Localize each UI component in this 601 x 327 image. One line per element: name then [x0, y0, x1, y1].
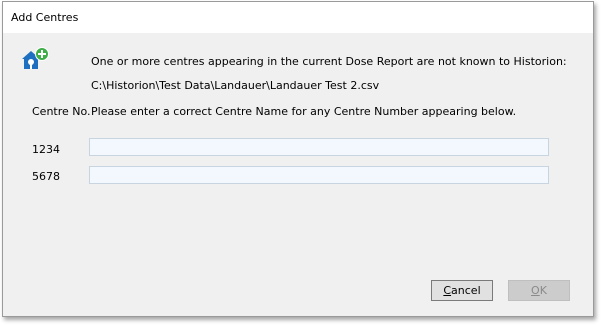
centre-number-header: Centre No. — [32, 105, 91, 118]
centre-name-input[interactable] — [89, 166, 549, 184]
dialog-title: Add Centres — [11, 11, 79, 24]
centre-number-label: 5678 — [32, 170, 60, 183]
ok-label: K — [539, 284, 547, 297]
cancel-label: ancel — [451, 284, 481, 297]
centre-name-input[interactable] — [89, 138, 549, 156]
ok-button[interactable]: OK — [508, 280, 570, 301]
ok-mnemonic: O — [531, 284, 540, 297]
add-home-icon — [20, 46, 52, 72]
cancel-button[interactable]: Cancel — [431, 280, 493, 301]
instruction-text: Please enter a correct Centre Name for a… — [91, 105, 517, 118]
centre-number-label: 1234 — [32, 143, 60, 156]
file-path-label: C:\Historion\Test Data\Landauer\Landauer… — [91, 79, 380, 92]
title-bar: Add Centres — [3, 2, 593, 33]
add-centres-dialog: Add Centres One or more centres appearin… — [2, 1, 594, 317]
cancel-mnemonic: C — [443, 284, 452, 297]
unknown-centres-message: One or more centres appearing in the cur… — [91, 55, 567, 68]
